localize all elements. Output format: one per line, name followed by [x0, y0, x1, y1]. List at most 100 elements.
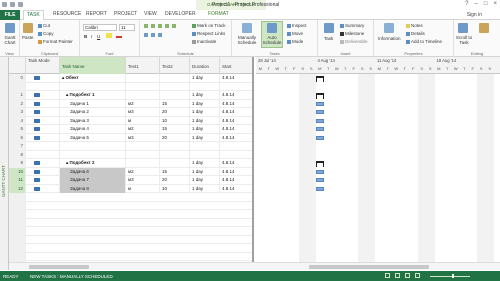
mode-button[interactable]: Mode — [287, 39, 303, 44]
duration-cell[interactable]: 1 day — [190, 159, 220, 168]
task-mode-cell[interactable] — [26, 116, 60, 125]
table-row[interactable]: 4 Задача 3 м 10 1 day 4.8.14 — [9, 116, 252, 126]
respect-links-button[interactable]: Respect Links — [192, 31, 225, 36]
auto-schedule-icon[interactable] — [267, 23, 277, 33]
start-cell[interactable]: 4.8.14 — [220, 74, 252, 83]
start-cell[interactable]: 4.8.14 — [220, 117, 252, 126]
text2-cell[interactable] — [160, 82, 190, 91]
task-name-cell[interactable]: Задача 2 — [60, 108, 126, 117]
task-name-cell[interactable]: ▴ Подобект 1 — [60, 91, 126, 100]
gantt-summary-bar[interactable] — [315, 93, 324, 99]
start-cell[interactable]: 4.8.14 — [220, 159, 252, 168]
text1-cell[interactable]: м2 — [126, 99, 160, 108]
table-row[interactable]: 9 ▴ Подобект 2 1 day 4.8.14 — [9, 159, 252, 168]
text1-cell[interactable] — [126, 142, 160, 151]
duration-cell[interactable]: 1 day — [190, 91, 220, 100]
task-mode-cell[interactable] — [26, 167, 60, 176]
gantt-summary-bar[interactable] — [315, 161, 324, 167]
text2-cell[interactable] — [160, 142, 190, 151]
scroll-to-task-icon[interactable] — [458, 23, 468, 33]
text1-cell[interactable] — [126, 150, 160, 159]
row-id[interactable]: 3 — [9, 108, 26, 117]
inspect-button[interactable]: Inspect — [287, 23, 307, 28]
task-mode-cell[interactable] — [26, 142, 60, 151]
task-mode-cell[interactable] — [26, 133, 60, 142]
start-cell[interactable]: 4.8.14 — [220, 91, 252, 100]
text2-cell[interactable] — [160, 159, 190, 168]
task-name-cell[interactable]: Задача 4 — [60, 125, 126, 134]
text1-cell[interactable]: м — [126, 116, 160, 125]
minimize-icon[interactable]: – — [475, 1, 478, 7]
cut-button[interactable]: Cut — [38, 23, 50, 28]
header-start[interactable]: Start — [220, 57, 252, 74]
zoom-slider-thumb[interactable] — [452, 274, 454, 278]
header-task-mode[interactable]: Task Mode — [26, 57, 60, 74]
table-row[interactable] — [9, 82, 252, 91]
task-mode-cell[interactable] — [26, 99, 60, 108]
row-id[interactable]: 0 — [9, 74, 26, 83]
find-icon[interactable] — [479, 23, 489, 33]
tab-view[interactable]: VIEW — [144, 11, 157, 17]
table-row[interactable]: 10 Задача 6 м2 15 1 day 4.8.14 — [9, 167, 252, 176]
text1-cell[interactable]: м3 — [126, 133, 160, 142]
auto-schedule-button[interactable]: Auto Schedule — [262, 35, 282, 45]
details-button[interactable]: Details — [406, 31, 425, 36]
font-size-select[interactable]: 11 — [119, 24, 135, 31]
task-name-cell[interactable]: ▴ Обект — [60, 74, 126, 83]
start-cell[interactable] — [220, 151, 252, 160]
duration-cell[interactable]: 1 day — [190, 74, 220, 83]
text1-cell[interactable]: м2 — [126, 167, 160, 176]
text2-cell[interactable]: 20 — [160, 108, 190, 117]
tab-file[interactable]: FILE — [0, 10, 20, 20]
table-row[interactable]: 12 Задача 8 м 10 1 day 4.8.14 — [9, 184, 252, 193]
header-duration[interactable]: Duration — [190, 57, 220, 74]
text1-cell[interactable] — [126, 91, 160, 100]
empty-row[interactable] — [9, 193, 252, 202]
table-row[interactable]: 8 — [9, 150, 252, 160]
row-id[interactable]: 11 — [9, 176, 26, 185]
text1-cell[interactable]: м2 — [126, 125, 160, 134]
link-buttons[interactable] — [144, 33, 163, 37]
maximize-icon[interactable]: □ — [484, 1, 488, 7]
row-id[interactable] — [9, 82, 26, 91]
information-icon[interactable] — [384, 23, 394, 33]
text2-cell[interactable]: 15 — [160, 167, 190, 176]
text2-cell[interactable]: 15 — [160, 125, 190, 134]
task-name-cell[interactable]: Задача 1 — [60, 99, 126, 108]
tab-format[interactable]: FORMAT — [208, 11, 229, 17]
font-family-select[interactable]: Calibri — [83, 24, 117, 31]
duration-cell[interactable]: 1 day — [190, 184, 220, 193]
milestone-button[interactable]: Milestone — [340, 31, 364, 36]
table-row[interactable]: 1 ▴ Подобект 1 1 day 4.8.14 — [9, 91, 252, 100]
table-row[interactable]: 5 Задача 4 м2 15 1 day 4.8.14 — [9, 125, 252, 134]
deliverable-button[interactable]: Deliverable — [340, 39, 368, 44]
row-id[interactable]: 4 — [9, 116, 26, 125]
format-painter-button[interactable]: Format Painter — [38, 39, 73, 44]
mark-on-track-button[interactable]: Mark on Track — [192, 23, 226, 28]
header-task-name[interactable]: Task Name — [60, 57, 126, 74]
text1-cell[interactable]: м3 — [126, 108, 160, 117]
help-icon[interactable]: ? — [465, 1, 468, 7]
gantt-chart[interactable]: 28 Jul '14 4 Aug '14 11 Aug '14 18 Aug '14 … — [256, 57, 500, 270]
task-mode-cell[interactable] — [26, 108, 60, 117]
text2-cell[interactable]: 20 — [160, 176, 190, 185]
tab-resource[interactable]: RESOURCE — [53, 11, 81, 17]
text2-cell[interactable] — [160, 91, 190, 100]
tab-developer[interactable]: DEVELOPER — [165, 11, 196, 17]
task-name-cell[interactable]: Задача 6 — [60, 167, 126, 176]
percent-complete-buttons[interactable] — [144, 24, 177, 28]
manually-schedule-icon[interactable] — [242, 23, 252, 33]
header-id[interactable] — [9, 57, 26, 74]
table-row[interactable]: 11 Задача 7 м3 20 1 day 4.8.14 — [9, 176, 252, 185]
new-tasks-mode[interactable]: NEW TASKS : MANUALLY SCHEDULED — [30, 274, 113, 279]
table-row[interactable]: 3 Задача 2 м3 20 1 day 4.8.14 — [9, 108, 252, 117]
duration-cell[interactable]: 1 day — [190, 125, 220, 134]
gantt-view-icon[interactable] — [385, 273, 390, 278]
table-row[interactable]: 2 Задача 1 м2 15 1 day 4.8.14 — [9, 99, 252, 108]
task-mode-cell[interactable] — [26, 150, 60, 159]
row-id[interactable]: 9 — [9, 159, 26, 168]
row-id[interactable]: 12 — [9, 184, 26, 193]
empty-row[interactable] — [9, 244, 252, 253]
header-text1[interactable]: Text1 — [126, 57, 160, 74]
duration-cell[interactable]: 1 day — [190, 99, 220, 108]
